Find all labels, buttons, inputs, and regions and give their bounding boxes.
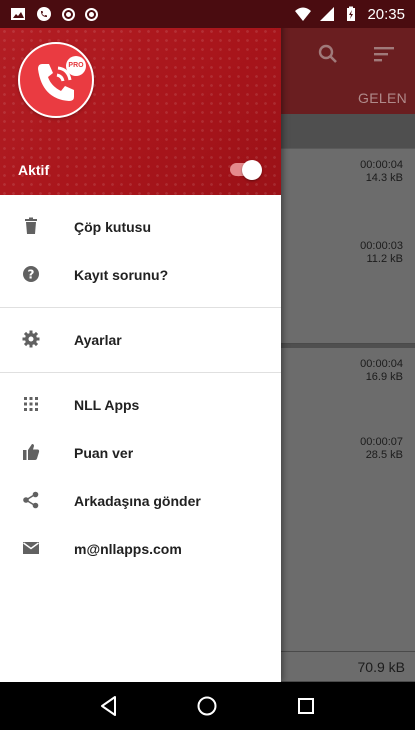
battery-icon — [347, 6, 356, 21]
total-size: 70.9 kB — [357, 659, 405, 675]
app-logo: PRO — [18, 42, 94, 118]
clock: 20:35 — [367, 5, 405, 23]
home-button[interactable] — [195, 694, 219, 718]
item-duration: 00:00:04 — [360, 159, 403, 171]
item-duration: 00:00:07 — [360, 436, 403, 448]
record-icon — [62, 7, 75, 21]
tab-incoming: GELEN — [358, 90, 407, 106]
drawer-menu: Çöp kutusu ? Kayıt sorunu? Ayarlar NLL A… — [0, 195, 281, 573]
mail-icon — [23, 542, 39, 554]
menu-item-label: m@nllapps.com — [74, 541, 182, 557]
status-bar: 20:35 — [0, 0, 415, 28]
record-icon — [85, 7, 98, 21]
image-icon — [11, 8, 25, 20]
gear-icon — [22, 330, 40, 348]
navigation-drawer: PRO Aktif Çöp kutusu ? Kayıt sorunu? Aya… — [0, 0, 281, 682]
item-size: 28.5 kB — [365, 449, 403, 461]
signal-icon — [320, 7, 335, 21]
menu-item-label: Puan ver — [74, 445, 134, 461]
menu-item-trash[interactable]: Çöp kutusu — [0, 203, 281, 251]
menu-item-label: Arkadaşına gönder — [74, 493, 201, 509]
trash-icon — [25, 217, 37, 234]
apps-grid-icon — [24, 397, 38, 411]
wifi-icon — [295, 7, 312, 21]
search-icon — [318, 44, 337, 63]
active-label: Aktif — [18, 162, 50, 178]
item-duration: 00:00:03 — [360, 240, 403, 252]
item-size: 16.9 kB — [365, 371, 403, 383]
menu-item-rate[interactable]: Puan ver — [0, 429, 281, 477]
menu-divider — [0, 372, 281, 373]
sort-icon — [374, 47, 394, 62]
menu-item-label: Çöp kutusu — [74, 219, 151, 235]
thumbs-up-icon — [23, 444, 40, 460]
menu-item-recording-problem[interactable]: ? Kayıt sorunu? — [0, 251, 281, 299]
drawer-header: PRO Aktif — [0, 0, 281, 195]
share-icon — [23, 491, 39, 509]
menu-item-label: Ayarlar — [74, 332, 122, 348]
menu-item-email[interactable]: m@nllapps.com — [0, 525, 281, 573]
menu-item-settings[interactable]: Ayarlar — [0, 316, 281, 364]
menu-item-nll-apps[interactable]: NLL Apps — [0, 381, 281, 429]
whatsapp-icon — [37, 7, 51, 21]
system-nav-bar — [0, 682, 415, 730]
help-icon: ? — [23, 266, 39, 282]
item-size: 11.2 kB — [366, 253, 404, 265]
active-toggle[interactable] — [230, 160, 262, 180]
back-button[interactable] — [97, 694, 121, 718]
svg-text:?: ? — [28, 268, 35, 282]
menu-item-share[interactable]: Arkadaşına gönder — [0, 477, 281, 525]
item-duration: 00:00:04 — [360, 358, 403, 370]
toggle-knob — [242, 160, 262, 180]
menu-divider — [0, 307, 281, 308]
recents-button[interactable] — [294, 694, 318, 718]
item-size: 14.3 kB — [365, 172, 403, 184]
pro-badge: PRO — [66, 56, 86, 76]
menu-item-label: Kayıt sorunu? — [74, 267, 169, 283]
menu-item-label: NLL Apps — [74, 397, 140, 413]
